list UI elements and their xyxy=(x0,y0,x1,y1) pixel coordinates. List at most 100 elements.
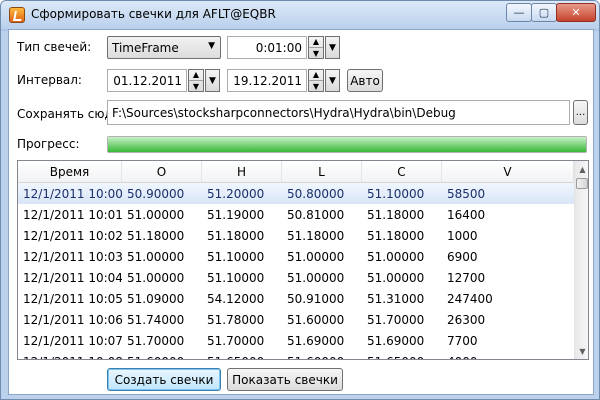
table-cell: 51.18000 xyxy=(367,207,425,222)
table-cell: 51.00000 xyxy=(367,249,425,264)
scrollbar-thumb[interactable] xyxy=(576,178,588,189)
table-cell: 51.69000 xyxy=(287,333,345,348)
table-cell: 12/1/2011 10:03: xyxy=(23,249,122,264)
main-window: Сформировать свечки для AFLT@EQBR — ▢ ✕ … xyxy=(0,0,600,400)
interval-from-dropdown-button[interactable]: ▼ xyxy=(205,69,220,92)
table-cell: 51.00000 xyxy=(127,207,185,222)
table-cell: 6900 xyxy=(447,249,478,264)
table-cell: 51.70000 xyxy=(207,333,265,348)
candles-table[interactable]: Время O H L C V 12/1/2011 10:00: 50.90000 51.20… xyxy=(17,160,589,360)
arrow-up-icon[interactable]: ▲ xyxy=(309,37,323,48)
table-row[interactable]: 12/1/2011 10:05: 51.09000 54.12000 50.91000… xyxy=(18,288,574,309)
table-body[interactable]: 12/1/2011 10:00: 50.90000 51.20000 50.80000… xyxy=(18,183,574,360)
table-cell: 51.00000 xyxy=(287,249,345,264)
show-candles-button[interactable]: Показать свечки xyxy=(227,368,343,391)
minimize-button[interactable]: — xyxy=(506,3,532,22)
candle-type-value: TimeFrame xyxy=(112,40,179,55)
column-header[interactable]: H xyxy=(202,161,282,183)
table-cell: 7700 xyxy=(447,333,478,348)
close-button[interactable]: ✕ xyxy=(556,3,596,22)
browse-button[interactable]: ... xyxy=(573,100,588,125)
column-header[interactable]: Время xyxy=(18,161,122,183)
scroll-down-icon[interactable]: ▼ xyxy=(575,343,588,359)
interval-from-stepper[interactable]: ▲ ▼ xyxy=(188,69,204,92)
table-cell: 51.10000 xyxy=(367,186,425,201)
table-cell: 12/1/2011 10:04: xyxy=(23,270,122,285)
table-row[interactable]: 12/1/2011 10:04: 51.00000 51.10000 51.00000… xyxy=(18,267,574,288)
window-title: Сформировать свечки для AFLT@EQBR xyxy=(31,7,276,21)
column-header[interactable]: V xyxy=(442,161,574,183)
table-cell: 51.70000 xyxy=(127,333,185,348)
table-cell: 51.60000 xyxy=(287,312,345,327)
interval-to-stepper[interactable]: ▲ ▼ xyxy=(308,69,324,92)
arrow-up-icon[interactable]: ▲ xyxy=(309,70,323,81)
table-cell: 16400 xyxy=(447,207,486,222)
timeframe-input[interactable]: 0:01:00 xyxy=(227,36,307,59)
app-logo-icon xyxy=(9,7,25,23)
table-cell: 12/1/2011 10:00: xyxy=(23,186,122,201)
chevron-down-icon: ▼ xyxy=(329,42,336,53)
table-cell: 51.70000 xyxy=(367,312,425,327)
interval-from-input[interactable]: 01.12.2011 xyxy=(107,69,187,92)
table-cell: 51.65000 xyxy=(362,355,442,360)
table-row[interactable]: 12/1/2011 10:00: 50.90000 51.20000 50.80000… xyxy=(18,183,574,204)
table-cell: 51.00000 xyxy=(367,270,425,285)
table-cell: 26300 xyxy=(447,312,486,327)
arrow-up-icon[interactable]: ▲ xyxy=(189,70,203,81)
timeframe-stepper[interactable]: ▲ ▼ xyxy=(308,36,324,59)
table-cell: 51.60000 xyxy=(122,355,202,360)
maximize-button[interactable]: ▢ xyxy=(531,3,557,22)
arrow-down-icon[interactable]: ▼ xyxy=(309,48,323,59)
table-row[interactable]: 12/1/2011 10:06: 51.74000 51.78000 51.60000… xyxy=(18,309,574,330)
vertical-scrollbar[interactable]: ▲ ▼ xyxy=(574,161,588,359)
table-cell: 51.78000 xyxy=(207,312,265,327)
table-row[interactable]: 12/1/2011 10:03: 51.00000 51.10000 51.00000… xyxy=(18,246,574,267)
chevron-down-icon: ▼ xyxy=(208,41,215,51)
table-cell: 247400 xyxy=(447,291,493,306)
dialog-body: Тип свечей: TimeFrame ▼ 0:01:00 ▲ ▼ ▼ Ин… xyxy=(8,29,594,395)
table-cell: 51.09000 xyxy=(127,291,185,306)
table-row[interactable]: 12/1/2011 10:07: 51.70000 51.70000 51.69000… xyxy=(18,330,574,351)
table-cell: 51.31000 xyxy=(367,291,425,306)
table-cell: 51.00000 xyxy=(287,270,345,285)
scroll-up-icon[interactable]: ▲ xyxy=(575,161,588,177)
timeframe-dropdown-button[interactable]: ▼ xyxy=(325,36,340,59)
column-header[interactable]: C xyxy=(362,161,442,183)
table-cell: 51.00000 xyxy=(127,249,185,264)
progress-fill xyxy=(108,137,586,152)
chevron-down-icon: ▼ xyxy=(329,75,336,86)
column-header[interactable]: O xyxy=(122,161,202,183)
arrow-down-icon[interactable]: ▼ xyxy=(309,81,323,92)
table-cell: 51.18000 xyxy=(287,228,345,243)
progress-bar xyxy=(107,136,587,153)
save-path-label: Сохранять сюд xyxy=(17,107,113,121)
table-cell: 12/1/2011 10:01: xyxy=(23,207,122,222)
title-bar[interactable]: Сформировать свечки для AFLT@EQBR — ▢ ✕ xyxy=(1,1,599,29)
table-cell: 50.80000 xyxy=(287,186,345,201)
arrow-down-icon[interactable]: ▼ xyxy=(189,81,203,92)
table-row[interactable]: 12/1/2011 10:01: 51.00000 51.19000 50.81000… xyxy=(18,204,574,225)
chevron-down-icon: ▼ xyxy=(209,75,216,86)
table-row[interactable]: 12/1/2011 10:08:51.6000051.6500051.60000… xyxy=(18,351,574,360)
auto-button[interactable]: Авто xyxy=(347,69,383,92)
save-path-input[interactable]: F:\Sources\stocksharpconnectors\Hydra\Hy… xyxy=(107,100,570,125)
table-row[interactable]: 12/1/2011 10:02: 51.18000 51.18000 51.18000… xyxy=(18,225,574,246)
table-cell: 51.18000 xyxy=(207,228,265,243)
table-cell: 12/1/2011 10:06: xyxy=(23,312,122,327)
table-cell: 51.20000 xyxy=(207,186,265,201)
table-cell: 12700 xyxy=(447,270,486,285)
table-cell: 51.18000 xyxy=(127,228,185,243)
interval-to-input[interactable]: 19.12.2011 xyxy=(227,69,307,92)
table-cell: 51.65000 xyxy=(202,355,282,360)
table-cell: 58500 xyxy=(447,186,486,201)
candle-type-select[interactable]: TimeFrame ▼ xyxy=(107,36,221,59)
interval-to-dropdown-button[interactable]: ▼ xyxy=(325,69,340,92)
table-cell: 12/1/2011 10:05: xyxy=(23,291,122,306)
table-cell: 51.00000 xyxy=(127,270,185,285)
column-header[interactable]: L xyxy=(282,161,362,183)
progress-label: Прогресс: xyxy=(17,137,80,151)
table-cell: 51.10000 xyxy=(207,249,265,264)
create-candles-button[interactable]: Создать свечки xyxy=(107,368,221,391)
candle-type-label: Тип свечей: xyxy=(17,40,92,54)
table-cell: 4000 xyxy=(442,355,574,360)
